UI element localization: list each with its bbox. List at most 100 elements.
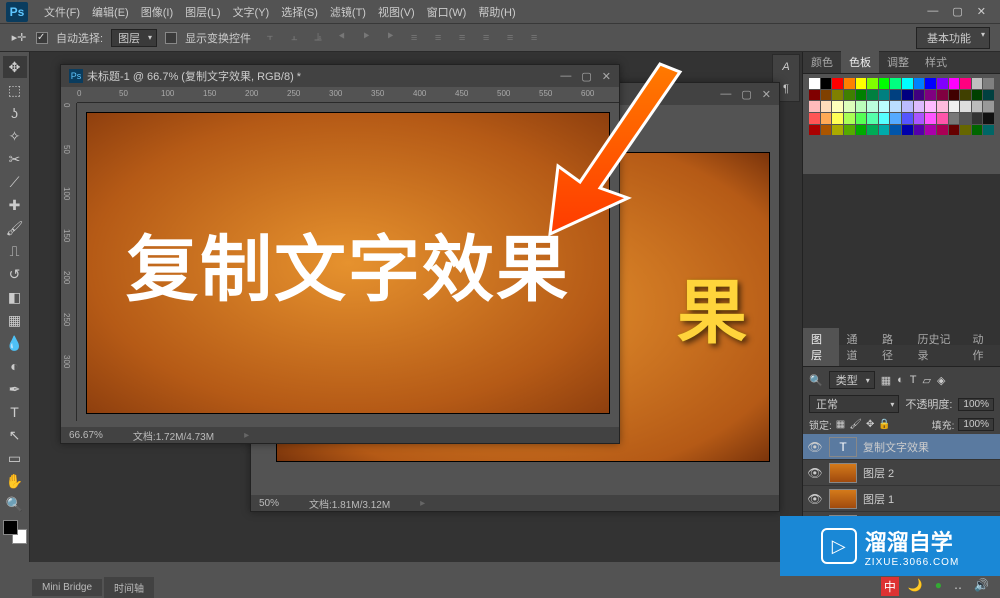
workspace-dropdown[interactable]: 基本功能 <box>916 27 990 49</box>
pen-tool[interactable]: ✒ <box>3 378 27 400</box>
swatch-cell[interactable] <box>902 113 913 124</box>
swatch-cell[interactable] <box>914 125 925 136</box>
swatch-cell[interactable] <box>856 90 867 101</box>
align-hcenter-icon[interactable]: ⯈ <box>355 28 377 48</box>
menu-window[interactable]: 窗口(W) <box>421 4 473 20</box>
path-tool[interactable]: ↖ <box>3 424 27 446</box>
fill-value[interactable]: 100% <box>958 418 994 431</box>
swatch-cell[interactable] <box>902 125 913 136</box>
distribute-2-icon[interactable]: ≡ <box>427 28 449 48</box>
tab-color[interactable]: 颜色 <box>803 51 841 73</box>
swatch-cell[interactable] <box>914 101 925 112</box>
swatch-cell[interactable] <box>832 113 843 124</box>
blur-tool[interactable]: 💧 <box>3 332 27 354</box>
auto-select-dropdown[interactable]: 图层 <box>111 29 157 47</box>
zoom-value-front[interactable]: 66.67% <box>69 430 103 441</box>
swatch-cell[interactable] <box>902 90 913 101</box>
swatch-cell[interactable] <box>879 78 890 89</box>
tab-timeline[interactable]: 时间轴 <box>104 577 154 598</box>
swatch-cell[interactable] <box>890 113 901 124</box>
swatch-cell[interactable] <box>972 113 983 124</box>
menu-file[interactable]: 文件(F) <box>38 4 86 20</box>
lock-pos-icon[interactable]: ✥ <box>866 419 874 430</box>
tab-layers[interactable]: 图层 <box>803 328 839 366</box>
layer-name[interactable]: 复制文字效果 <box>863 439 996 455</box>
layer-thumbnail[interactable]: T <box>829 437 857 457</box>
doc-close-icon[interactable]: ✕ <box>762 88 771 101</box>
swatch-cell[interactable] <box>983 101 994 112</box>
swatch-cell[interactable] <box>809 113 820 124</box>
blend-mode-dropdown[interactable]: 正常 <box>809 395 899 413</box>
filter-type-icon[interactable]: T <box>910 374 917 386</box>
swatch-cell[interactable] <box>890 78 901 89</box>
swatch-cell[interactable] <box>832 78 843 89</box>
swatch-cell[interactable] <box>890 125 901 136</box>
doc-title-front[interactable]: Ps 未标题-1 @ 66.7% (复制文字效果, RGB/8) * — ▢ ✕ <box>61 65 619 87</box>
crop-tool[interactable]: ✂ <box>3 148 27 170</box>
distribute-6-icon[interactable]: ≡ <box>523 28 545 48</box>
filter-icon[interactable]: 🔍 <box>809 374 823 387</box>
swatch-cell[interactable] <box>949 90 960 101</box>
type-tool[interactable]: T <box>3 401 27 423</box>
distribute-5-icon[interactable]: ≡ <box>499 28 521 48</box>
swatch-cell[interactable] <box>937 90 948 101</box>
filter-adjust-icon[interactable]: ◐ <box>897 374 904 386</box>
swatch-cell[interactable] <box>902 78 913 89</box>
swatch-cell[interactable] <box>832 101 843 112</box>
swatch-cell[interactable] <box>821 101 832 112</box>
swatch-cell[interactable] <box>879 113 890 124</box>
color-swatches[interactable] <box>3 520 27 544</box>
swatch-cell[interactable] <box>983 78 994 89</box>
lasso-tool[interactable]: ʖ <box>3 102 27 124</box>
distribute-4-icon[interactable]: ≡ <box>475 28 497 48</box>
heal-tool[interactable]: ✚ <box>3 194 27 216</box>
close-icon[interactable]: ✕ <box>977 5 986 18</box>
maximize-icon[interactable]: ▢ <box>952 5 962 18</box>
swatch-cell[interactable] <box>925 113 936 124</box>
swatch-cell[interactable] <box>983 90 994 101</box>
canvas-front[interactable]: 复制文字效果 <box>87 113 609 413</box>
swatch-cell[interactable] <box>949 113 960 124</box>
align-top-icon[interactable]: ⫟ <box>259 28 281 48</box>
lock-trans-icon[interactable]: ▦ <box>836 419 845 430</box>
shape-tool[interactable]: ▭ <box>3 447 27 469</box>
menu-layer[interactable]: 图层(L) <box>179 4 226 20</box>
swatch-cell[interactable] <box>809 78 820 89</box>
swatch-cell[interactable] <box>821 90 832 101</box>
menu-filter[interactable]: 滤镜(T) <box>324 4 372 20</box>
swatch-cell[interactable] <box>960 90 971 101</box>
minimize-icon[interactable]: — <box>927 5 938 18</box>
swatch-cell[interactable] <box>832 125 843 136</box>
swatch-cell[interactable] <box>960 113 971 124</box>
foreground-swatch[interactable] <box>3 520 18 535</box>
swatch-cell[interactable] <box>809 90 820 101</box>
swatch-cell[interactable] <box>902 101 913 112</box>
zoom-value-back[interactable]: 50% <box>259 498 279 509</box>
status-arrow-icon[interactable]: ▸ <box>244 430 249 441</box>
menu-help[interactable]: 帮助(H) <box>472 4 521 20</box>
doc-maximize-icon[interactable]: ▢ <box>741 88 751 101</box>
filter-shape-icon[interactable]: ▱ <box>923 374 931 387</box>
swatch-cell[interactable] <box>983 125 994 136</box>
swatch-cell[interactable] <box>832 90 843 101</box>
menu-select[interactable]: 选择(S) <box>275 4 324 20</box>
align-left-icon[interactable]: ⯇ <box>331 28 353 48</box>
tab-adjustments[interactable]: 调整 <box>879 51 917 73</box>
align-vcenter-icon[interactable]: ⫠ <box>283 28 305 48</box>
align-right-icon[interactable]: ⯈ <box>379 28 401 48</box>
brush-tool[interactable]: 🖌 <box>3 217 27 239</box>
stamp-tool[interactable]: ⎍ <box>3 240 27 262</box>
swatch-cell[interactable] <box>949 78 960 89</box>
ime-dot-icon[interactable]: ● <box>932 577 945 596</box>
swatch-cell[interactable] <box>960 78 971 89</box>
menu-view[interactable]: 视图(V) <box>372 4 421 20</box>
ime-sound-icon[interactable]: 🔊 <box>971 577 992 596</box>
layer-thumbnail[interactable] <box>829 489 857 509</box>
lock-pixel-icon[interactable]: 🖌 <box>849 419 862 430</box>
swatch-cell[interactable] <box>960 125 971 136</box>
swatch-cell[interactable] <box>890 101 901 112</box>
layer-name[interactable]: 图层 2 <box>863 465 996 481</box>
swatch-cell[interactable] <box>867 101 878 112</box>
move-tool[interactable]: ✥ <box>3 56 27 78</box>
filter-smart-icon[interactable]: ◈ <box>937 374 945 387</box>
